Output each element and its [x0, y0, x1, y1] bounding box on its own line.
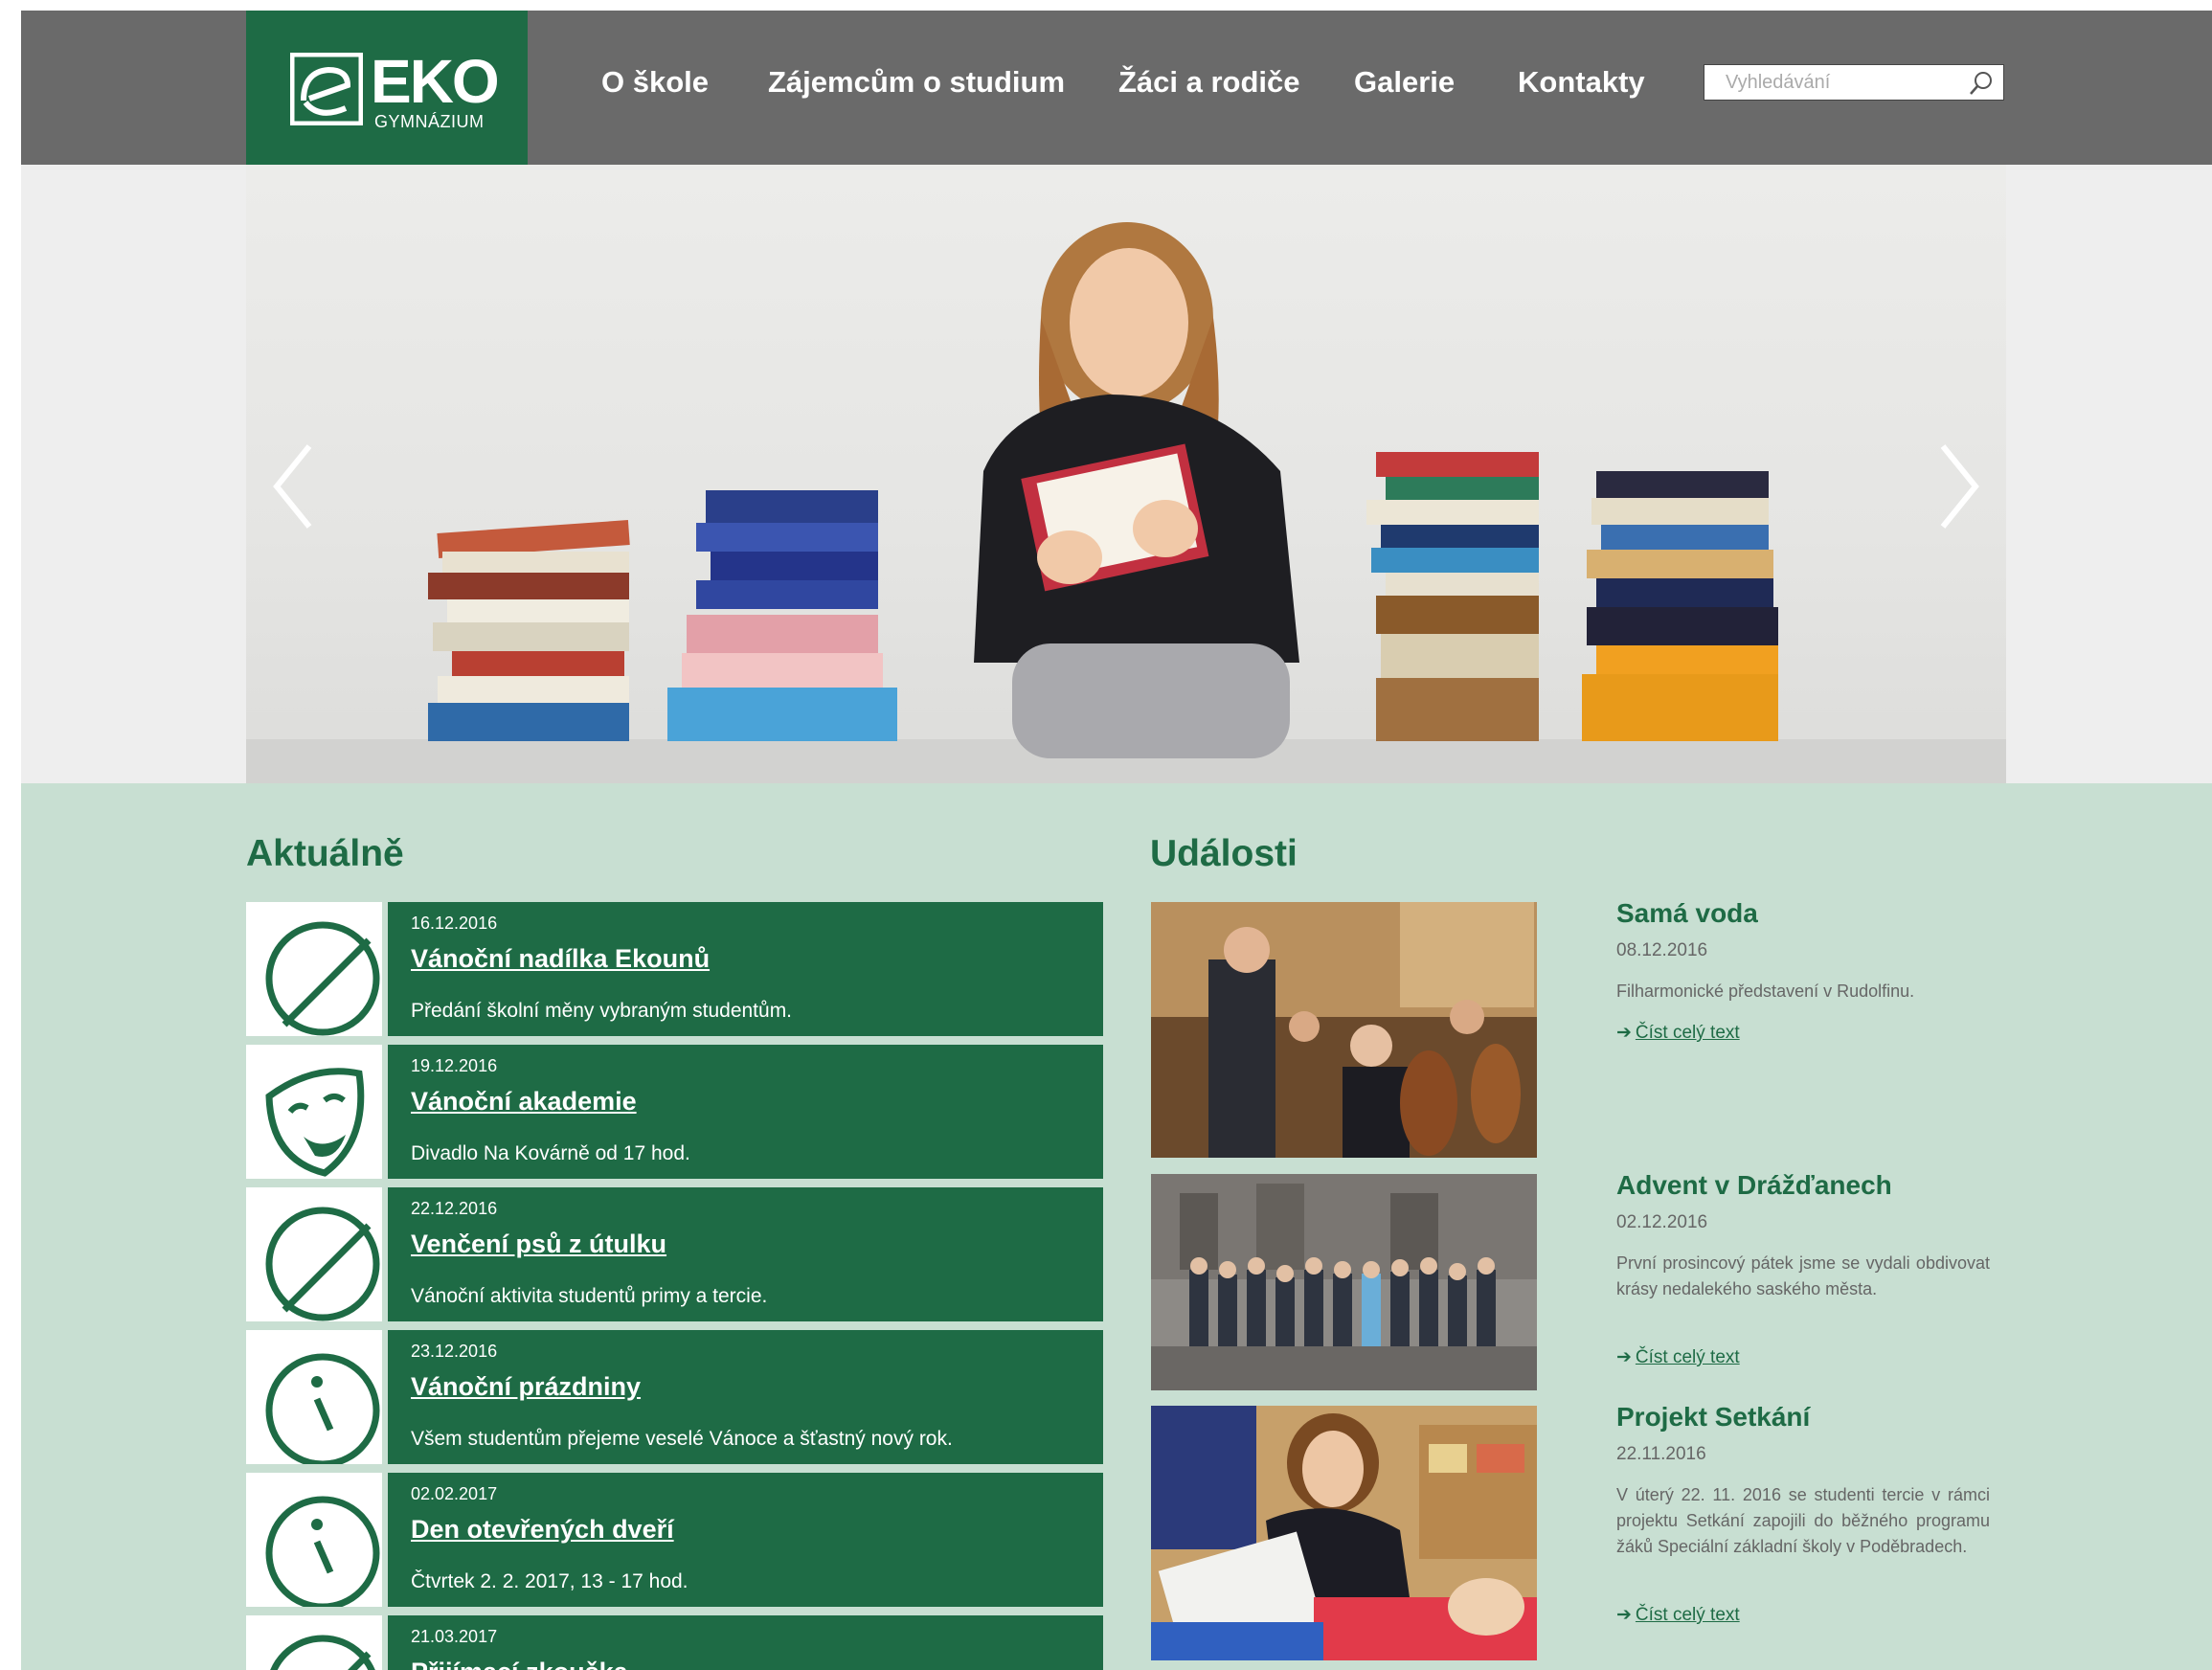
read-more-link[interactable]: ➔ Číst celý text [1616, 1604, 1740, 1626]
eko-logo-icon [270, 1635, 375, 1670]
theater-mask-icon [265, 1068, 365, 1177]
eko-logo[interactable]: EKO GYMNÁZIUM [246, 11, 528, 165]
news-title-link[interactable]: Vánoční prázdniny [411, 1372, 641, 1402]
news-item[interactable]: 23.12.2016 Vánoční prázdniny Všem studen… [246, 1330, 1103, 1464]
news-item[interactable]: 22.12.2016 Venčení psů z útulku Vánoční … [246, 1187, 1103, 1321]
events-section-title: Události [1150, 833, 1298, 874]
news-body: 02.02.2017 Den otevřených dveří Čtvrtek … [388, 1473, 1103, 1607]
news-description: Čtvrtek 2. 2. 2017, 13 - 17 hod. [411, 1570, 688, 1592]
arrow-right-icon: ➔ [1616, 1605, 1632, 1625]
info-icon [265, 1353, 380, 1464]
setkani-photo [1151, 1406, 1537, 1660]
nav-zajemcum-o-studium[interactable]: Zájemcům o studium [768, 61, 1065, 103]
search-box [1704, 64, 2004, 101]
search-input[interactable] [1724, 65, 1976, 100]
search-icon[interactable] [1969, 71, 1994, 96]
news-description: Předání školní měny vybraným studentům. [411, 1000, 793, 1022]
news-item[interactable]: 19.12.2016 Vánoční akademie Divadlo Na K… [246, 1045, 1103, 1179]
news-item[interactable]: 02.02.2017 Den otevřených dveří Čtvrtek … [246, 1473, 1103, 1607]
event-description: Filharmonické představení v Rudolfinu. [1616, 982, 1915, 1001]
event-photo-setkani[interactable] [1151, 1406, 1537, 1660]
event-date: 08.12.2016 [1616, 940, 1708, 960]
event-title-link[interactable]: Advent v Drážďanech [1616, 1170, 1892, 1201]
event-date: 22.11.2016 [1616, 1444, 1706, 1464]
news-icon-box [246, 902, 382, 1036]
hero-slider-image [246, 165, 2006, 783]
eko-logo-icon [265, 1207, 380, 1321]
news-body: 21.03.2017 Přijímací zkouška [388, 1615, 1103, 1670]
news-title-link[interactable]: Vánoční nadílka Ekounů [411, 944, 710, 974]
news-body: 22.12.2016 Venčení psů z útulku Vánoční … [388, 1187, 1103, 1321]
news-description: Všem studentům přejeme veselé Vánoce a š… [411, 1428, 953, 1450]
news-item[interactable]: 21.03.2017 Přijímací zkouška [246, 1615, 1103, 1670]
event-description: V úterý 22. 11. 2016 se studenti tercie … [1616, 1485, 1990, 1556]
news-body: 19.12.2016 Vánoční akademie Divadlo Na K… [388, 1045, 1103, 1179]
news-icon-box [246, 1615, 382, 1670]
nav-o-skole[interactable]: O škole [601, 61, 709, 103]
event-photo-dresden[interactable] [1151, 1174, 1537, 1390]
logo-subtitle: GYMNÁZIUM [374, 112, 485, 131]
news-date: 21.03.2017 [411, 1627, 498, 1646]
orchestra-photo [1151, 902, 1537, 1158]
news-date: 02.02.2017 [411, 1484, 498, 1503]
nav-zaci-a-rodice[interactable]: Žáci a rodiče [1118, 61, 1300, 103]
news-description: Divadlo Na Kovárně od 17 hod. [411, 1142, 690, 1164]
event-title-link[interactable]: Projekt Setkání [1616, 1402, 1810, 1433]
event-description: První prosincový pátek jsme se vydali ob… [1616, 1253, 1990, 1298]
slider-prev-icon[interactable] [271, 442, 313, 530]
nav-galerie[interactable]: Galerie [1354, 61, 1455, 103]
news-title-link[interactable]: Venčení psů z útulku [411, 1230, 666, 1259]
event-date: 02.12.2016 [1616, 1212, 1708, 1232]
info-icon [265, 1496, 380, 1607]
news-title-link[interactable]: Přijímací zkouška [411, 1658, 628, 1670]
event-title-link[interactable]: Samá voda [1616, 898, 1758, 929]
read-more-label: Číst celý text [1635, 1605, 1740, 1625]
news-date: 19.12.2016 [411, 1056, 498, 1075]
news-date: 22.12.2016 [411, 1199, 498, 1218]
news-date: 23.12.2016 [411, 1342, 498, 1361]
arrow-right-icon: ➔ [1616, 1347, 1632, 1367]
slider-next-icon[interactable] [1939, 442, 1981, 530]
read-more-link[interactable]: ➔ Číst celý text [1616, 1022, 1740, 1044]
news-icon-box [246, 1187, 382, 1321]
news-section-title: Aktuálně [246, 833, 404, 874]
hero-illustration [246, 222, 2006, 783]
news-icon-box [246, 1045, 382, 1179]
eko-logo-icon [265, 921, 380, 1036]
dresden-photo [1151, 1174, 1537, 1390]
news-description: Vánoční aktivita studentů primy a tercie… [411, 1285, 768, 1307]
news-body: 16.12.2016 Vánoční nadílka Ekounů Předán… [388, 902, 1103, 1036]
arrow-right-icon: ➔ [1616, 1023, 1632, 1043]
logo-brand-text: EKO [371, 47, 500, 116]
news-date: 16.12.2016 [411, 914, 498, 933]
news-title-link[interactable]: Den otevřených dveří [411, 1515, 674, 1545]
eko-logo-icon [290, 53, 363, 125]
news-item[interactable]: 16.12.2016 Vánoční nadílka Ekounů Předán… [246, 902, 1103, 1036]
event-photo-orchestra[interactable] [1151, 902, 1537, 1158]
news-title-link[interactable]: Vánoční akademie [411, 1087, 637, 1117]
read-more-link[interactable]: ➔ Číst celý text [1616, 1346, 1740, 1368]
read-more-label: Číst celý text [1635, 1023, 1740, 1043]
news-icon-box [246, 1473, 382, 1607]
nav-kontakty[interactable]: Kontakty [1518, 61, 1645, 103]
read-more-label: Číst celý text [1635, 1347, 1740, 1367]
news-icon-box [246, 1330, 382, 1464]
news-body: 23.12.2016 Vánoční prázdniny Všem studen… [388, 1330, 1103, 1464]
